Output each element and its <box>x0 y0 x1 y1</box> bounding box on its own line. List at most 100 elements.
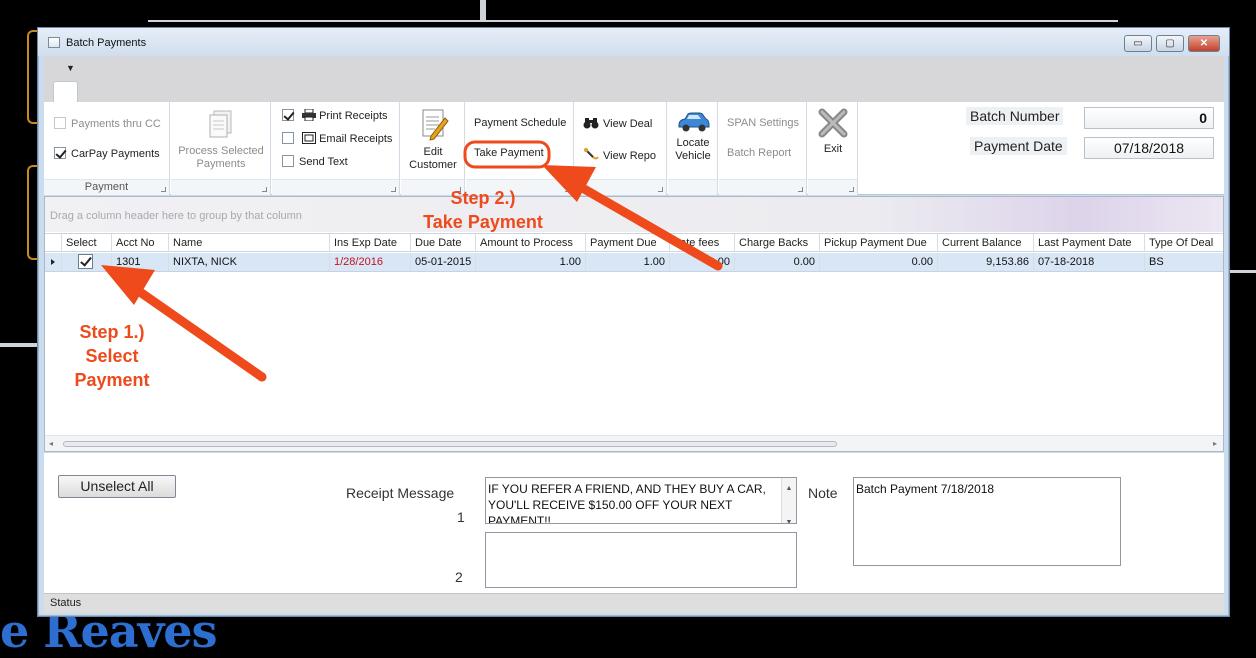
scroll-up-icon[interactable]: ▲ <box>782 481 796 497</box>
payments-thru-cc-checkbox[interactable]: Payments thru CC <box>54 117 161 130</box>
group-launcher-icon[interactable] <box>849 187 854 192</box>
batch-number-field[interactable]: 0 <box>1084 107 1214 129</box>
payment-due-cell: 1.00 <box>585 253 669 271</box>
column-header-pickup-payment-due[interactable]: Pickup Payment Due <box>819 234 937 252</box>
select-cell[interactable] <box>61 253 111 271</box>
window-app-icon <box>48 37 60 48</box>
tow-hook-icon <box>584 148 599 160</box>
deal-group-label <box>575 179 666 195</box>
textarea-scrollbar[interactable]: ▲ ▼ <box>781 478 796 523</box>
view-repo-button[interactable]: View Repo <box>583 147 656 162</box>
late-fees-cell: 0.00 <box>669 253 734 271</box>
note-textarea[interactable]: Batch Payment 7/18/2018 <box>853 477 1121 566</box>
maximize-button[interactable]: ▢ <box>1156 35 1184 52</box>
acct-no-cell: 1301 <box>111 253 168 271</box>
due-date-cell: 05-01-2015 <box>410 253 475 271</box>
column-header-payment-due[interactable]: Payment Due <box>585 234 669 252</box>
view-repo-label: View Repo <box>603 150 656 162</box>
column-header-current-balance[interactable]: Current Balance <box>937 234 1033 252</box>
row-indicator-icon <box>51 259 55 265</box>
receipt-line-1-label: 1 <box>457 509 465 525</box>
payments-grid: Drag a column header here to group by th… <box>44 196 1224 452</box>
charge-backs-cell: 0.00 <box>734 253 819 271</box>
payment-group-label: Payment <box>44 179 169 195</box>
current-balance-cell: 9,153.86 <box>937 253 1033 271</box>
column-header-due-date[interactable]: Due Date <box>410 234 475 252</box>
column-header-charge-backs[interactable]: Charge Backs <box>734 234 819 252</box>
span-settings-button[interactable]: SPAN Settings <box>727 117 799 129</box>
scroll-left-icon[interactable]: ◂ <box>49 439 53 448</box>
email-icon <box>302 132 317 144</box>
payment-date-label: Payment Date <box>970 137 1067 155</box>
batch-report-button[interactable]: Batch Report <box>727 147 791 159</box>
email-receipts-label: Email Receipts <box>319 133 393 145</box>
unselect-all-button[interactable]: Unselect All <box>58 475 176 498</box>
column-header-acct-no[interactable]: Acct No <box>111 234 168 252</box>
locate-vehicle-group-label <box>668 179 717 195</box>
column-header-amount-to-process[interactable]: Amount to Process <box>475 234 585 252</box>
scroll-down-icon[interactable]: ▼ <box>782 515 796 523</box>
column-header-ins-exp-date[interactable]: Ins Exp Date <box>329 234 410 252</box>
grid-header: Select Acct No Name Ins Exp Date Due Dat… <box>45 233 1223 252</box>
print-receipts-checkbox[interactable]: Print Receipts <box>282 108 388 122</box>
ribbon: Payments thru CC CarPay Payments Payment… <box>44 102 1224 195</box>
process-group-label <box>171 179 270 195</box>
horizontal-scrollbar[interactable]: ◂ ▸ <box>45 435 1223 451</box>
close-button[interactable]: ✕ <box>1188 35 1220 52</box>
type-of-deal-cell: BS <box>1144 253 1223 271</box>
group-launcher-icon[interactable] <box>161 187 166 192</box>
span-group: SPAN Settings Batch Report <box>719 102 807 195</box>
document-stack-icon <box>209 110 232 138</box>
email-receipts-checkbox[interactable]: Email Receipts <box>282 132 392 145</box>
carpay-payments-checkbox[interactable]: CarPay Payments <box>54 147 160 160</box>
column-header-type-of-deal[interactable]: Type Of Deal <box>1144 234 1223 252</box>
column-header-select[interactable]: Select <box>61 234 111 252</box>
process-selected-payments-button[interactable]: Process Selected Payments <box>173 109 269 171</box>
step-2-text: Take Payment <box>423 212 543 232</box>
minimize-button[interactable]: ▭ <box>1124 35 1152 52</box>
column-header-last-payment-date[interactable]: Last Payment Date <box>1033 234 1144 252</box>
take-payment-button[interactable]: Take Payment <box>474 147 544 159</box>
locate-vehicle-label: Locate Vehicle <box>675 137 711 162</box>
payment-date-field[interactable]: 07/18/2018 <box>1084 137 1214 159</box>
background-panel-edge <box>27 30 37 124</box>
send-text-checkbox[interactable]: Send Text <box>282 155 348 168</box>
group-launcher-icon[interactable] <box>262 187 267 192</box>
checkbox-checked-icon <box>282 109 294 121</box>
view-deal-label: View Deal <box>603 118 653 130</box>
row-select-checkbox[interactable] <box>78 254 93 269</box>
column-header-late-fees[interactable]: Late fees <box>669 234 734 252</box>
payments-thru-cc-label: Payments thru CC <box>71 118 161 130</box>
quick-access-dropdown-icon[interactable]: ▼ <box>66 63 75 73</box>
process-group: Process Selected Payments <box>171 102 271 195</box>
group-launcher-icon[interactable] <box>391 187 396 192</box>
payment-group: Payments thru CC CarPay Payments Payment <box>44 102 170 195</box>
scrollbar-thumb[interactable] <box>63 441 837 447</box>
locate-vehicle-button[interactable]: Locate Vehicle <box>669 111 717 163</box>
deal-group: View Deal View Repo <box>575 102 667 195</box>
table-row[interactable]: 1301 NIXTA, NICK 1/28/2016 05-01-2015 1.… <box>45 253 1223 272</box>
exit-button[interactable]: Exit <box>809 107 857 156</box>
payment-schedule-button[interactable]: Payment Schedule <box>474 117 566 129</box>
receipt-message-2-textarea[interactable] <box>485 532 797 588</box>
note-label: Note <box>808 485 838 501</box>
edit-customer-button[interactable]: Edit Customer <box>403 108 463 172</box>
scroll-right-icon[interactable]: ▸ <box>1213 439 1217 448</box>
locate-vehicle-group: Locate Vehicle <box>668 102 718 195</box>
group-launcher-icon[interactable] <box>798 187 803 192</box>
view-deal-button[interactable]: View Deal <box>583 117 652 130</box>
amount-to-process-cell[interactable]: 1.00 <box>475 253 585 271</box>
receipt-message-1-textarea[interactable]: IF YOU REFER A FRIEND, AND THEY BUY A CA… <box>485 477 797 524</box>
exit-group: Exit <box>808 102 858 195</box>
checkbox-icon <box>282 155 294 167</box>
window-title: Batch Payments <box>66 37 147 49</box>
group-by-panel[interactable]: Drag a column header here to group by th… <box>45 197 1223 232</box>
ribbon-tab[interactable] <box>53 81 78 103</box>
group-launcher-icon[interactable] <box>658 187 663 192</box>
receipt-message-label: Receipt Message <box>346 485 455 501</box>
receipt-panel: Unselect All Receipt Message 1 2 IF YOU … <box>44 453 1224 593</box>
checkbox-icon <box>282 132 294 144</box>
step-1-title: Step 1.) <box>79 322 145 342</box>
receipt-message-1-text: IF YOU REFER A FRIEND, AND THEY BUY A CA… <box>488 482 766 524</box>
column-header-name[interactable]: Name <box>168 234 329 252</box>
